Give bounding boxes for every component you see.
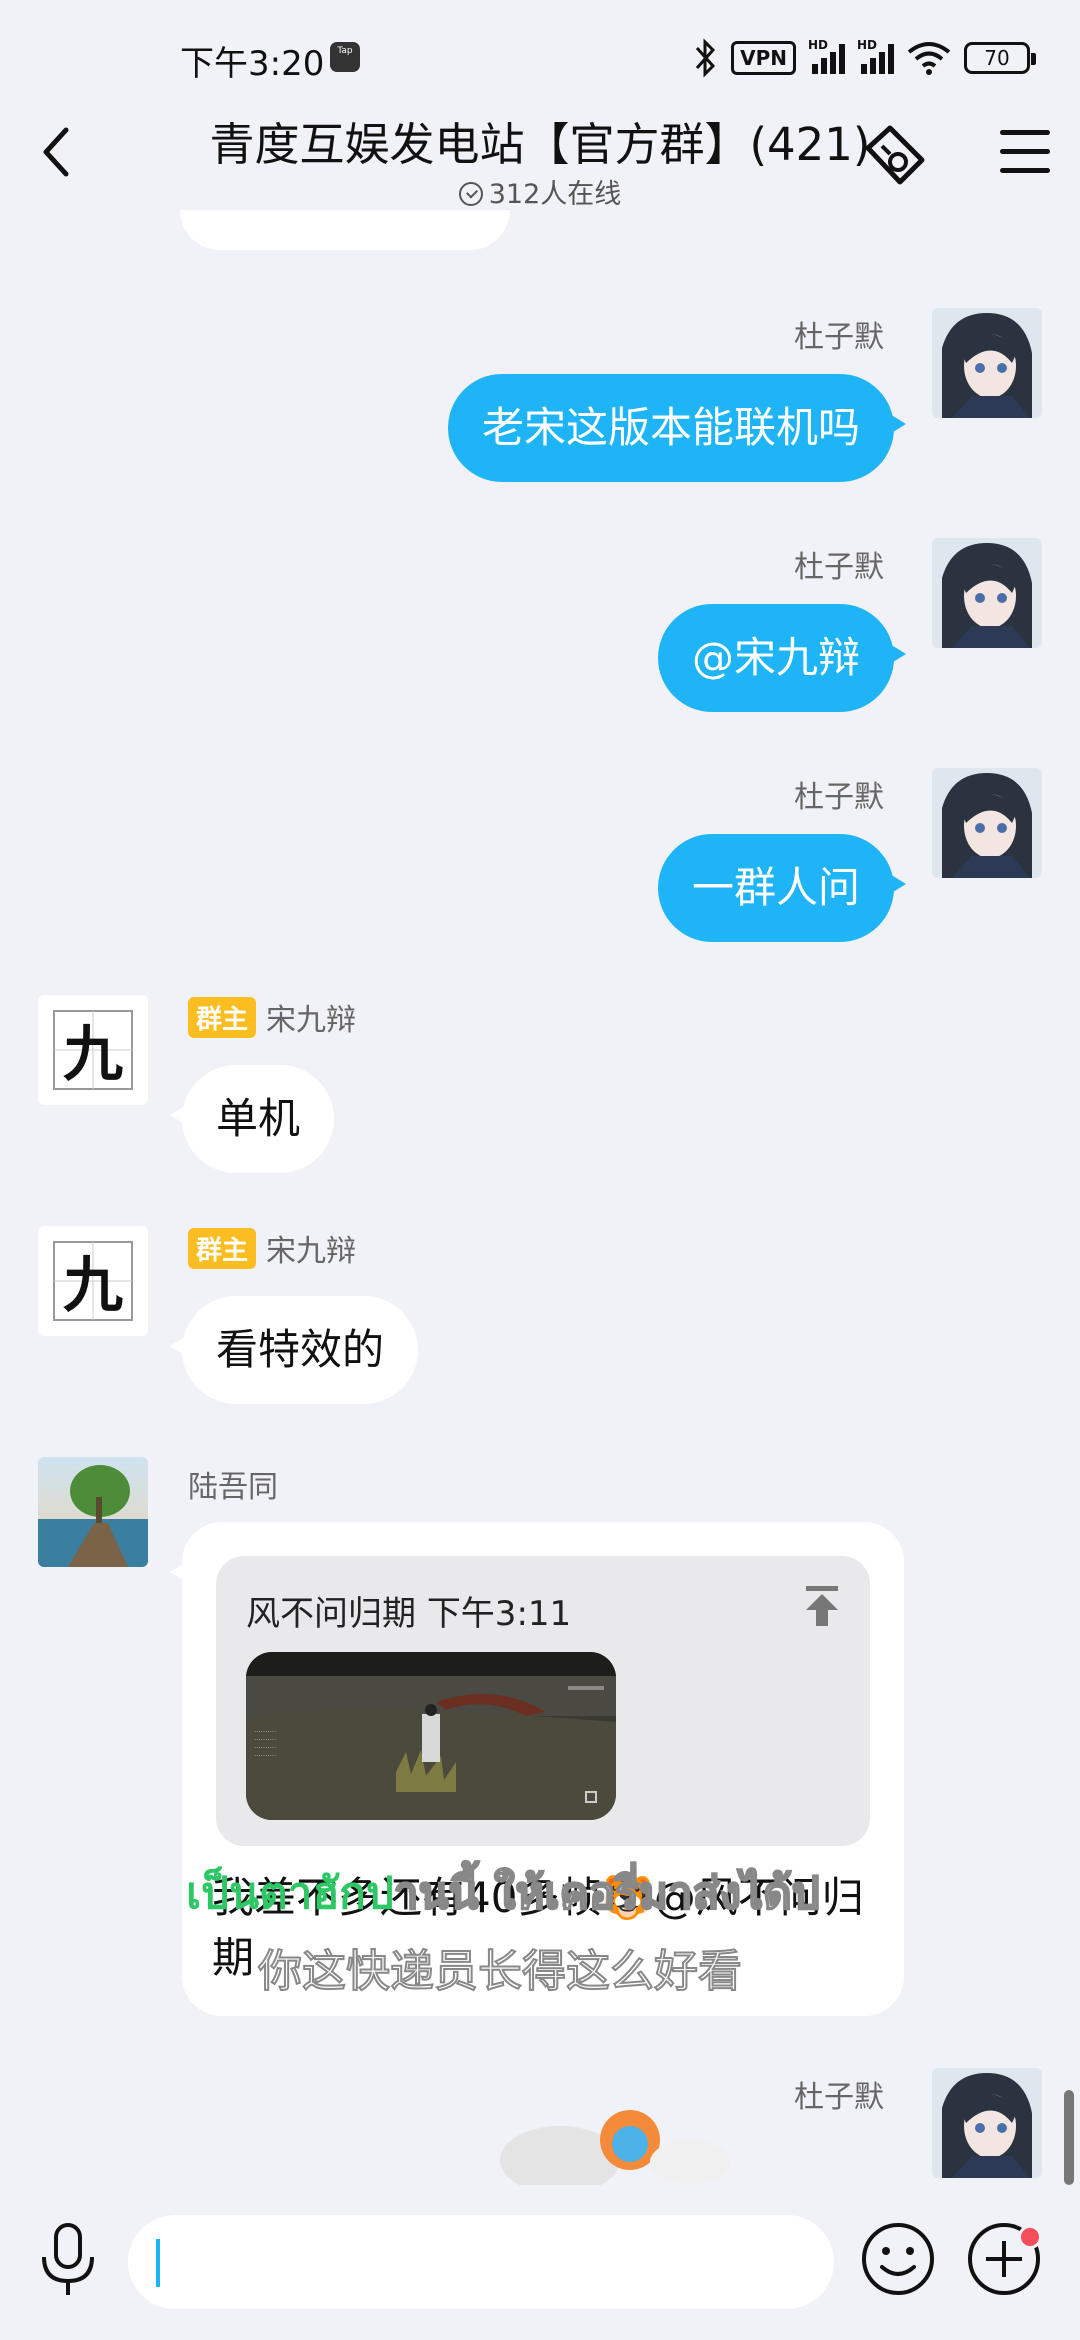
battery-icon: 70	[964, 42, 1036, 74]
incoming-message-bubble[interactable]: 看特效的	[169, 1296, 419, 1404]
taptap-notification-icon: Tap	[330, 42, 360, 72]
status-icons: VPN HD HD 70	[693, 38, 1036, 78]
svg-text:..........: ..........	[254, 1742, 276, 1750]
game-controller-icon[interactable]	[860, 120, 930, 190]
outgoing-message-bubble[interactable]: @宋九辩	[657, 604, 907, 712]
group-owner-badge: 群主	[188, 996, 257, 1038]
outgoing-message-bubble[interactable]: 老宋这版本能联机吗	[447, 374, 907, 482]
hd-label-2: HD	[857, 38, 878, 52]
sender-name: 宋九辩	[266, 1234, 357, 1269]
scrollbar[interactable]	[1064, 2090, 1074, 2185]
text-cursor	[156, 2239, 160, 2287]
hd-label-1: HD	[808, 38, 829, 52]
avatar[interactable]	[932, 2068, 1042, 2178]
menu-icon[interactable]	[1000, 130, 1050, 176]
cell-signal-1-icon: HD	[808, 38, 845, 74]
avatar-char: 九	[63, 1251, 123, 1321]
tap-label: Tap	[337, 46, 353, 56]
status-time: 下午3:20	[180, 44, 325, 84]
sender-name: 宋九辩	[266, 1003, 357, 1038]
bluetooth-icon	[696, 38, 716, 78]
sender-name: 杜子默	[794, 780, 884, 815]
avatar-char: 九	[63, 1020, 123, 1090]
avatar[interactable]	[38, 1457, 148, 1567]
microphone-icon[interactable]	[36, 2219, 100, 2299]
incoming-message-bubble[interactable]: 单机	[169, 1065, 335, 1173]
quote-header: 风不问归期 下午3:11	[246, 1586, 571, 1635]
vpn-icon: VPN	[731, 41, 796, 75]
smiley-icon[interactable]	[858, 2219, 938, 2299]
avatar[interactable]: 九	[38, 1226, 148, 1336]
sender-line: 群主 宋九辩	[188, 995, 356, 1039]
pin-to-top-icon[interactable]	[802, 1584, 842, 1628]
svg-text:..........: ..........	[254, 1734, 276, 1742]
group-title[interactable]: 青度互娱发电站【官方群】(421)	[150, 108, 930, 173]
avatar[interactable]: 九	[38, 995, 148, 1105]
avatar[interactable]	[932, 538, 1042, 648]
avatar[interactable]	[932, 308, 1042, 418]
wifi-icon	[907, 42, 951, 75]
outgoing-message-bubble[interactable]: 一群人问	[657, 834, 907, 942]
previous-message-bubble	[180, 210, 510, 250]
online-count-text: 312人在线	[488, 179, 622, 210]
online-status-icon	[458, 182, 483, 206]
quote-author: 风不问归期	[246, 1594, 416, 1634]
quoted-message[interactable]: 风不问归期 下午3:11 ...........................…	[216, 1556, 870, 1846]
sender-name: 杜子默	[794, 320, 884, 355]
video-subtitle-chinese: 你这快递员长得这么好看	[257, 1945, 743, 1998]
sender-name: 杜子默	[794, 2080, 884, 2115]
notification-dot	[1018, 2225, 1042, 2249]
sender-name: 杜子默	[794, 550, 884, 585]
group-owner-badge: 群主	[188, 1227, 257, 1269]
avatar[interactable]	[932, 768, 1042, 878]
chat-header: 青度互娱发电站【官方群】(421) 312人在线	[0, 100, 1080, 210]
sender-line: 群主 宋九辩	[188, 1226, 356, 1270]
quote-time: 下午3:11	[426, 1594, 572, 1634]
input-bar	[0, 2185, 1080, 2340]
subtitle-thai-green: เป็นตาฮักป	[186, 1868, 394, 1919]
message-input[interactable]	[128, 2215, 834, 2309]
cell-signal-2-icon: HD	[857, 38, 894, 74]
svg-text:..........: ..........	[254, 1750, 276, 1758]
sender-name: 陆吾同	[188, 1470, 278, 1505]
sticker-image[interactable]	[490, 2090, 730, 2185]
game-screenshot-thumbnail[interactable]: ........................................	[246, 1652, 616, 1820]
video-subtitle-thai: เป็นตาฮักปานนี้ ให้เคอรี่มาส่งได้ป	[186, 1858, 821, 1928]
subtitle-thai-white: านนี้ ให้เคอรี่มาส่งได้ป	[393, 1867, 821, 1920]
svg-text:..........: ..........	[254, 1726, 276, 1734]
